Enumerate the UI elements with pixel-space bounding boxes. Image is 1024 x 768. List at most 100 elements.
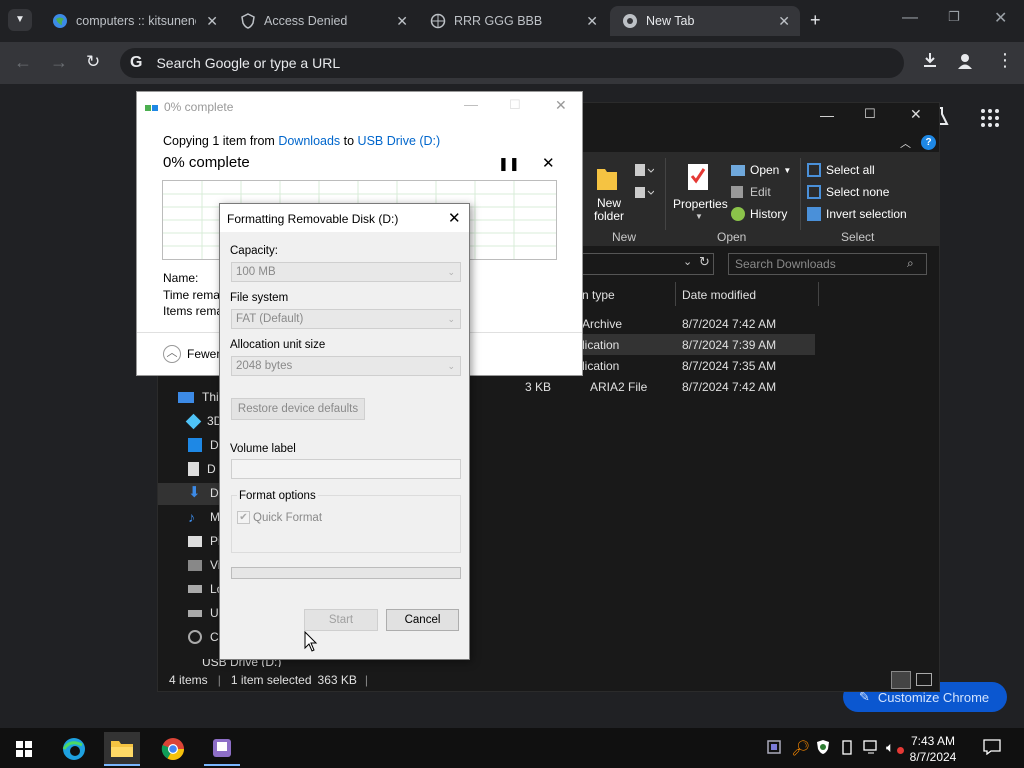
search-downloads-input[interactable]: Search Downloads (728, 253, 927, 275)
tab-rrr-ggg-bbb[interactable]: RRR GGG BBB ✕ (418, 6, 608, 36)
help-icon[interactable]: ? (921, 135, 936, 150)
refresh-icon[interactable]: ↻ (699, 254, 710, 270)
nav-usb-drive[interactable]: U (188, 606, 219, 620)
usb-format-tool-icon[interactable] (204, 732, 240, 766)
tab-search-button[interactable]: ▼ (8, 9, 32, 31)
address-bar[interactable] (582, 253, 714, 275)
explorer-close-icon[interactable]: ✕ (910, 106, 922, 123)
fewer-details-button[interactable]: ︿ Fewer (163, 345, 220, 363)
new-folder-button[interactable]: New folder (590, 197, 628, 223)
history-button[interactable]: History (731, 207, 787, 221)
format-dialog: Formatting Removable Disk (D:) ✕ Capacit… (219, 203, 470, 660)
collapse-ribbon-icon[interactable]: ︿ (900, 135, 911, 151)
new-folder-icon[interactable] (596, 165, 618, 194)
file-explorer-taskbar-icon[interactable] (104, 732, 140, 766)
properties-dropdown-icon[interactable]: ▼ (695, 212, 703, 221)
task-manager-tray-icon[interactable] (767, 740, 781, 757)
new-tab-plus-icon[interactable]: + (810, 10, 821, 31)
address-dropdown-icon[interactable]: ⌄ (683, 255, 692, 268)
notifications-icon[interactable] (983, 739, 1001, 758)
column-header-type[interactable]: n type (582, 288, 615, 302)
details-view-icon[interactable] (891, 671, 911, 689)
restore-defaults-button[interactable]: Restore device defaults (231, 398, 365, 420)
ribbon-divider (665, 158, 666, 230)
reload-icon[interactable]: ↻ (86, 52, 100, 72)
speaker-muted-tray-icon[interactable]: 🔈︎ (886, 739, 894, 756)
apps-grid-icon[interactable] (980, 108, 1000, 131)
nav-this-pc[interactable]: This (178, 390, 225, 404)
file-system-select[interactable]: FAT (Default) ⌄ (231, 309, 461, 329)
security-shield-tray-icon[interactable] (816, 739, 830, 758)
close-tab-icon[interactable]: ✕ (586, 13, 598, 30)
tab-title: RRR GGG BBB (454, 14, 543, 28)
select-none-label: Select none (826, 185, 890, 199)
nav-downloads[interactable]: ⬇ D (188, 484, 219, 501)
minimize-icon[interactable]: — (902, 9, 918, 27)
edit-button[interactable]: Edit (731, 185, 771, 199)
select-none-icon (807, 185, 821, 199)
format-close-icon[interactable]: ✕ (448, 209, 461, 227)
nav-desktop[interactable]: D (188, 438, 219, 452)
restore-icon[interactable]: ❐ (948, 9, 960, 25)
download-arrow-icon: ⬇ (188, 484, 201, 501)
column-header-date[interactable]: Date modified (682, 288, 756, 302)
omnibox[interactable]: G Search Google or type a URL (120, 48, 904, 78)
pause-icon[interactable]: ❚❚ (498, 156, 520, 172)
capacity-select[interactable]: 100 MB ⌄ (231, 262, 461, 282)
network-tray-icon[interactable] (863, 740, 879, 757)
invert-selection-icon (807, 207, 821, 221)
volume-label-input[interactable] (231, 459, 461, 479)
taskbar-clock[interactable]: 7:43 AM 8/7/2024 (900, 733, 966, 765)
tab-new-tab[interactable]: New Tab ✕ (610, 6, 800, 36)
edge-icon[interactable] (56, 732, 92, 766)
picture-icon (188, 535, 202, 547)
download-icon[interactable] (921, 51, 939, 72)
nav-cd-drive[interactable]: C (188, 630, 219, 644)
windows-start-icon[interactable] (6, 732, 42, 766)
nav-music[interactable]: ♪ M (188, 510, 220, 524)
allocation-unit-select[interactable]: 2048 bytes ⌄ (231, 356, 461, 376)
chrome-taskbar-icon[interactable] (155, 732, 191, 766)
back-arrow-icon[interactable]: ← (14, 52, 32, 73)
open-button[interactable]: Open ▼ (731, 163, 791, 177)
copy-minimize-icon[interactable]: — (464, 96, 478, 112)
forward-arrow-icon[interactable]: → (50, 52, 68, 73)
cancel-copy-icon[interactable]: ✕ (542, 154, 555, 172)
close-tab-icon[interactable]: ✕ (778, 13, 790, 30)
invert-selection-button[interactable]: Invert selection (807, 207, 907, 221)
nav-documents[interactable]: D (188, 462, 216, 476)
usb-tray-icon[interactable] (842, 740, 852, 758)
search-icon: ⌕ (907, 256, 914, 270)
close-tab-icon[interactable]: ✕ (396, 13, 408, 30)
large-icons-view-icon[interactable] (916, 673, 932, 686)
new-item-icon[interactable] (632, 162, 655, 183)
quick-format-checkbox[interactable]: ✔ Quick Format (237, 511, 322, 524)
start-button[interactable]: Start (304, 609, 378, 631)
nav-pictures[interactable]: Pi (188, 534, 221, 548)
explorer-minimize-icon[interactable]: — (820, 107, 834, 123)
more-menu-icon[interactable]: ⋮ (996, 50, 1014, 71)
search-tray-icon[interactable]: 🔎︎ (791, 739, 810, 757)
explorer-maximize-icon[interactable]: ☐ (864, 106, 876, 122)
easy-access-icon[interactable] (632, 185, 655, 204)
properties-button[interactable]: Properties (673, 197, 728, 211)
select-all-button[interactable]: Select all (807, 163, 875, 177)
close-window-icon[interactable]: ✕ (994, 8, 1007, 28)
profile-avatar-icon[interactable] (956, 52, 974, 73)
tab-computers[interactable]: computers :: kitsunene ✕ (40, 6, 228, 36)
capacity-label: Capacity: (230, 245, 278, 257)
column-divider[interactable] (675, 282, 676, 306)
tab-access-denied[interactable]: Access Denied ✕ (228, 6, 418, 36)
nav-videos[interactable]: Vi (188, 558, 220, 572)
copy-close-icon[interactable]: ✕ (555, 97, 567, 114)
mouse-cursor-icon (304, 630, 318, 656)
source-link[interactable]: Downloads (278, 134, 340, 148)
close-tab-icon[interactable]: ✕ (206, 13, 218, 30)
select-none-button[interactable]: Select none (807, 185, 889, 199)
properties-icon[interactable] (686, 162, 712, 195)
destination-link[interactable]: USB Drive (D:) (358, 134, 441, 148)
nav-3d-objects[interactable]: 3D (185, 413, 222, 429)
cancel-button[interactable]: Cancel (386, 609, 459, 631)
column-divider[interactable] (818, 282, 819, 306)
nav-usb-drive-d[interactable]: USB Drive (D:) (202, 659, 281, 667)
